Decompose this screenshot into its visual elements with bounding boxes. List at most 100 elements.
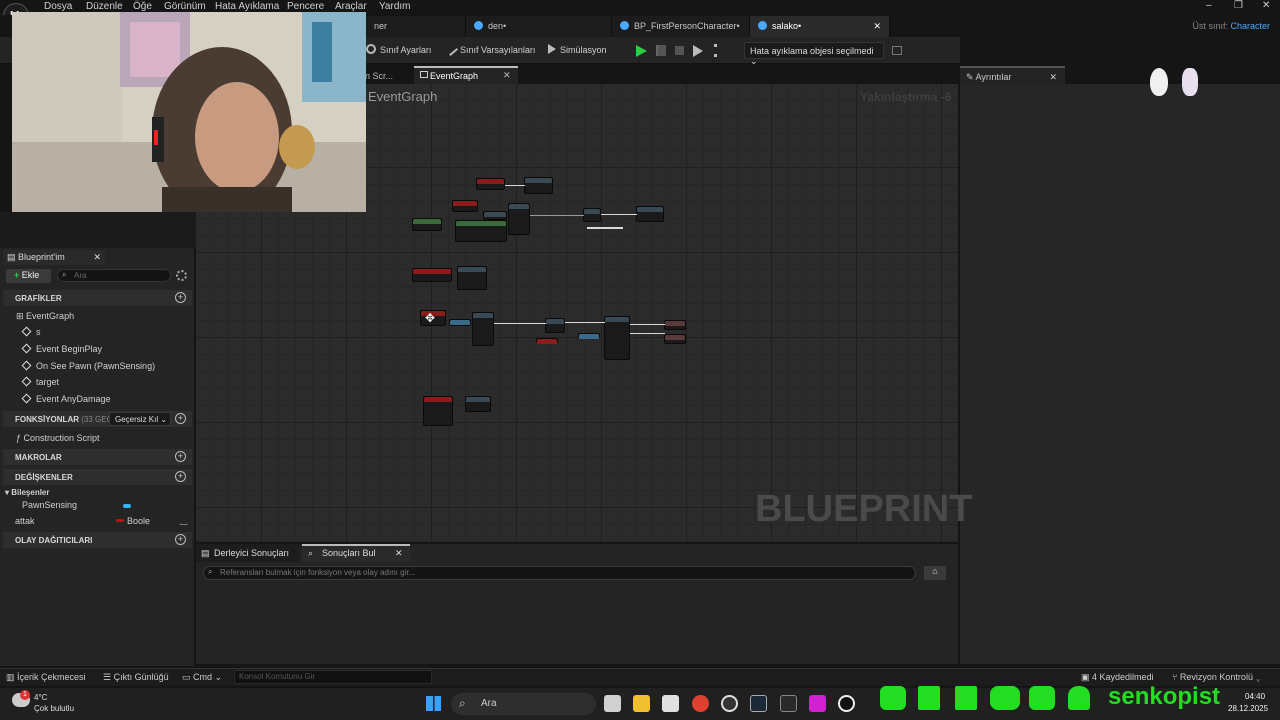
sticker-decoration: [1150, 68, 1168, 96]
add-function-icon[interactable]: +: [175, 413, 186, 424]
add-variable-icon[interactable]: +: [175, 471, 186, 482]
graph-node[interactable]: [524, 177, 553, 194]
maximize-button[interactable]: ❐: [1234, 0, 1243, 11]
menu-file[interactable]: Dosya: [44, 1, 72, 12]
graph-node[interactable]: [664, 320, 686, 330]
components-category[interactable]: ▾ Bileşenler: [5, 488, 198, 497]
override-dropdown[interactable]: Geçersiz Kıl ⌄: [109, 412, 171, 426]
graph-item-onseepawn[interactable]: On See Pawn (PawnSensing): [21, 360, 216, 371]
advance-frame-icon[interactable]: [656, 45, 666, 56]
details-tab-label: Ayrıntılar: [975, 72, 1012, 82]
menu-view[interactable]: Görünüm: [164, 1, 206, 12]
menu-debug[interactable]: Hata Ayıklama: [215, 1, 279, 12]
add-button[interactable]: + Ekle: [6, 269, 51, 283]
epic-games-icon[interactable]: [780, 695, 797, 712]
graph-item-beginplay[interactable]: Event BeginPlay: [21, 343, 216, 354]
graph-node[interactable]: [457, 266, 487, 290]
cmd-dropdown[interactable]: ▭ Cmd ⌄: [182, 672, 222, 683]
menu-help[interactable]: Yardım: [379, 1, 411, 12]
menu-tools[interactable]: Araçlar: [335, 1, 367, 12]
graph-node[interactable]: [476, 178, 505, 190]
graph-item-anydamage[interactable]: Event AnyDamage: [21, 393, 216, 404]
graph-node[interactable]: [508, 203, 530, 235]
menu-edit[interactable]: Düzenle: [86, 1, 123, 12]
graph-node[interactable]: [483, 211, 507, 220]
class-settings-button[interactable]: Sınıf Ayarları: [366, 44, 431, 55]
graph-node[interactable]: [412, 268, 452, 282]
doc-tab-1[interactable]: ner: [366, 16, 466, 37]
binoculars-icon[interactable]: ⌂: [924, 566, 946, 580]
close-tab-icon[interactable]: ✕: [93, 252, 101, 263]
doc-tab-2[interactable]: den•: [466, 16, 612, 37]
graph-node[interactable]: [423, 396, 453, 426]
graph-node[interactable]: [604, 316, 630, 360]
graph-node[interactable]: [583, 208, 601, 222]
tab-details[interactable]: ✎ Ayrıntılar ✕: [960, 66, 1065, 84]
class-defaults-button[interactable]: Sınıf Varsayılanları: [443, 41, 535, 57]
add-dispatcher-icon[interactable]: +: [175, 534, 186, 545]
minimize-button[interactable]: –: [1206, 0, 1212, 11]
debug-filter-icon[interactable]: [892, 46, 902, 55]
close-window-button[interactable]: ✕: [1262, 0, 1270, 11]
more-options-icon[interactable]: [714, 44, 717, 57]
tab-my-blueprint[interactable]: ▤ Blueprint'im ✕: [3, 250, 105, 265]
graph-node[interactable]: [536, 338, 558, 344]
graph-node[interactable]: [664, 334, 686, 344]
settings-gear-icon[interactable]: [176, 270, 187, 281]
doc-tab-label: ner: [374, 21, 388, 31]
graph-node[interactable]: [465, 396, 491, 412]
windows-start-icon[interactable]: [426, 696, 441, 711]
graph-node[interactable]: [472, 312, 494, 346]
task-view-icon[interactable]: [604, 695, 621, 712]
variable-type[interactable]: Boole: [127, 516, 320, 526]
file-explorer-icon[interactable]: [633, 695, 650, 712]
graph-node[interactable]: [455, 220, 507, 242]
output-log-button[interactable]: ☰ Çıktı Günlüğü: [103, 672, 169, 683]
obs-icon[interactable]: [721, 695, 738, 712]
doc-tab-active[interactable]: salako• ✕: [750, 16, 890, 37]
find-references-input[interactable]: ⌕ Referansları bulmak için fonksiyon veya…: [203, 566, 916, 580]
doc-tab-3[interactable]: BP_FirstPersonCharacter•: [612, 16, 750, 37]
content-drawer-button[interactable]: ▥ İçerik Çekmecesi: [6, 672, 86, 683]
component-item[interactable]: PawnSensing: [22, 500, 215, 510]
chrome-icon[interactable]: [692, 695, 709, 712]
graph-node[interactable]: [578, 333, 600, 339]
graph-node[interactable]: [449, 319, 471, 326]
section-macros[interactable]: MAKROLAR +: [3, 449, 192, 465]
close-tab-icon[interactable]: ✕: [395, 548, 403, 559]
graph-item-s[interactable]: s: [21, 326, 216, 337]
eject-icon[interactable]: [693, 45, 703, 57]
parent-class-value[interactable]: Character: [1230, 21, 1270, 31]
function-item-construction[interactable]: ƒ Construction Script: [16, 433, 209, 443]
app-icon[interactable]: [809, 695, 826, 712]
graph-node[interactable]: [452, 200, 478, 212]
steam-icon[interactable]: [750, 695, 767, 712]
graph-node[interactable]: [545, 318, 565, 333]
unreal-engine-icon[interactable]: [838, 695, 855, 712]
debug-object-select[interactable]: Hata ayıklama objesi seçilmedi ⌄: [744, 42, 884, 66]
revision-control-button[interactable]: ⑂ Revizyon Kontrolü ⌄: [1172, 672, 1261, 682]
close-tab-icon[interactable]: ✕: [873, 21, 881, 32]
simulation-button[interactable]: Simülasyon: [548, 44, 607, 55]
graph-node[interactable]: [636, 206, 664, 222]
graph-node[interactable]: [412, 218, 442, 231]
play-icon[interactable]: [636, 45, 647, 57]
graph-item-target[interactable]: target: [21, 376, 216, 387]
close-tab-icon[interactable]: ✕: [1049, 72, 1057, 83]
add-graph-icon[interactable]: +: [175, 292, 186, 303]
taskbar-search[interactable]: ⌕ Ara: [451, 693, 596, 715]
graph-item-eventgraph[interactable]: ⊞ EventGraph: [16, 311, 209, 322]
menu-window[interactable]: Pencere: [287, 1, 324, 12]
close-tab-icon[interactable]: ✕: [503, 70, 511, 81]
section-variables[interactable]: DEĞİŞKENLER +: [3, 469, 192, 485]
section-graphs[interactable]: GRAFİKLER +: [3, 290, 192, 306]
add-macro-icon[interactable]: +: [175, 451, 186, 462]
visibility-eye-icon[interactable]: ‿: [180, 515, 187, 526]
console-command-input[interactable]: Konsol Komutunu Gir: [234, 670, 432, 684]
search-input[interactable]: ⌕ Ara: [57, 269, 171, 282]
unsaved-assets-button[interactable]: ▣ 4 Kaydedilmedi: [1081, 672, 1154, 683]
store-icon[interactable]: [662, 695, 679, 712]
stop-icon[interactable]: [675, 46, 684, 55]
section-dispatchers[interactable]: OLAY DAĞITICILARI +: [3, 532, 192, 548]
menu-asset[interactable]: Öğe: [133, 1, 152, 12]
